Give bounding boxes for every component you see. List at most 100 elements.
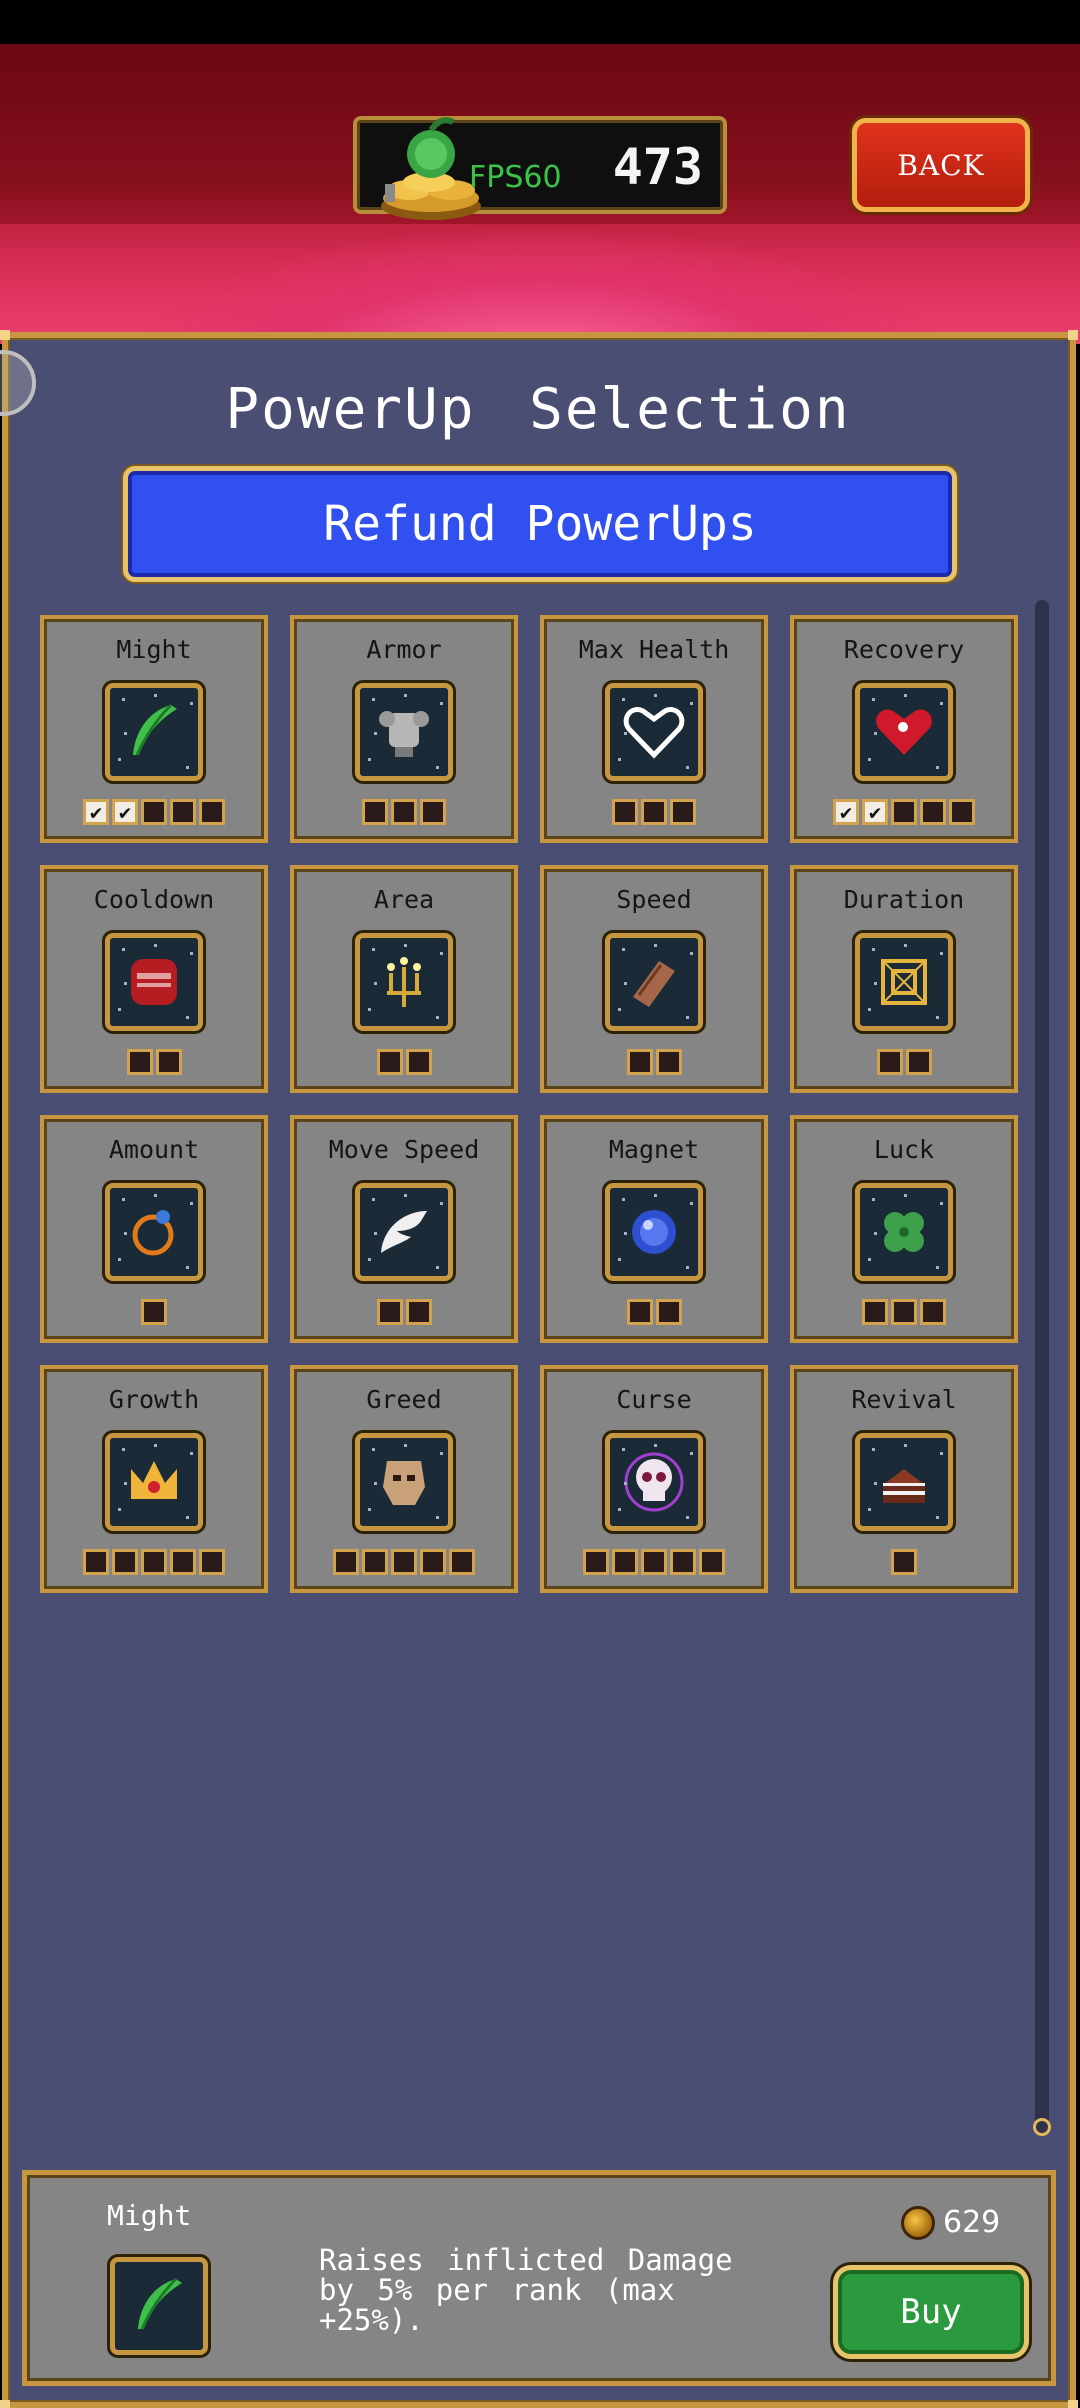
powerup-card-greed[interactable]: Greed: [290, 1365, 518, 1593]
rank-boxes: [44, 1049, 264, 1075]
selected-powerup-description: Raises inflicted Damage by 5% per rank (…: [319, 2243, 733, 2337]
powerup-label: Armor: [366, 635, 442, 664]
powerup-label: Luck: [873, 1135, 935, 1164]
powerup-card-area[interactable]: Area: [290, 865, 518, 1093]
rank-box-empty: [583, 1549, 609, 1575]
rank-boxes: [294, 1049, 514, 1075]
rank-boxes: ✔ ✔: [44, 799, 264, 825]
coin-icon: [901, 2205, 935, 2240]
coin-counter: FPS60 473: [353, 116, 727, 220]
rank-box-empty: [891, 1549, 917, 1575]
price-value: 629: [943, 2205, 1001, 2240]
rank-box-empty: [391, 1549, 417, 1575]
buy-button[interactable]: Buy: [833, 2265, 1029, 2359]
rank-box-empty: [405, 1299, 432, 1325]
rank-box-empty: [376, 1299, 403, 1325]
rank-boxes: [544, 1049, 764, 1075]
powerup-card-cooldown[interactable]: Cooldown: [40, 865, 268, 1093]
panel-corner: [1068, 330, 1078, 340]
rank-box-empty: [655, 1049, 682, 1075]
rank-box-checked: ✔: [833, 799, 859, 825]
heart-outline-icon: [605, 683, 703, 781]
powerup-label: Curse: [616, 1385, 692, 1414]
coin-count: 473: [612, 138, 703, 196]
rank-box-empty: [155, 1049, 182, 1075]
powerup-label: Might: [116, 635, 192, 664]
back-button[interactable]: BACK: [852, 118, 1030, 212]
rank-box-empty: [891, 1299, 917, 1325]
powerup-card-duration[interactable]: Duration: [790, 865, 1018, 1093]
rank-box-empty: [449, 1549, 475, 1575]
powerup-card-recovery[interactable]: Recovery ✔ ✔: [790, 615, 1018, 843]
powerup-label: Move Speed: [328, 1135, 480, 1164]
scrollbar-thumb[interactable]: [1033, 2118, 1051, 2136]
panel-title: PowerUp Selection: [225, 377, 851, 442]
powerup-card-might[interactable]: Might ✔ ✔: [40, 615, 268, 843]
rank-box-empty: [112, 1549, 138, 1575]
bracer-icon: [605, 933, 703, 1031]
rank-box-checked: ✔: [112, 799, 138, 825]
rank-boxes: [544, 799, 764, 825]
scrollbar[interactable]: [1035, 600, 1049, 2135]
powerup-label: Growth: [108, 1385, 200, 1414]
refund-powerups-button[interactable]: Refund PowerUps: [123, 466, 957, 582]
powerup-card-revival[interactable]: Revival: [790, 1365, 1018, 1593]
powerup-card-max-health[interactable]: Max Health: [540, 615, 768, 843]
wings-icon: [355, 1183, 453, 1281]
rank-box-empty: [376, 1049, 403, 1075]
fps-label: FPS60: [469, 160, 562, 195]
rank-boxes: [294, 1299, 514, 1325]
rank-box-empty: [199, 1549, 225, 1575]
rank-box-empty: [920, 1299, 946, 1325]
selected-powerup-name: Might: [107, 2199, 192, 2232]
powerup-card-amount[interactable]: Amount: [40, 1115, 268, 1343]
skull-icon: [605, 1433, 703, 1531]
panel-corner: [1068, 2400, 1078, 2408]
rank-box-checked: ✔: [83, 799, 109, 825]
rank-box-empty: [141, 1299, 167, 1325]
powerup-label: Area: [373, 885, 435, 914]
rank-boxes: [794, 1549, 1014, 1575]
powerup-label: Greed: [366, 1385, 442, 1414]
rank-box-empty: [362, 799, 388, 825]
rank-box-empty: [670, 799, 696, 825]
rank-boxes: [44, 1549, 264, 1575]
rank-box-empty: [862, 1299, 888, 1325]
rank-box-empty: [391, 799, 417, 825]
powerup-label: Max Health: [578, 635, 730, 664]
orb-icon: [605, 1183, 703, 1281]
rank-boxes: [294, 799, 514, 825]
rank-box-checked: ✔: [862, 799, 888, 825]
rank-boxes: [544, 1549, 764, 1575]
rank-box-empty: [612, 1549, 638, 1575]
rank-box-empty: [405, 1049, 432, 1075]
price: 629: [901, 2205, 1000, 2240]
rank-box-empty: [949, 799, 975, 825]
rank-box-empty: [420, 1549, 446, 1575]
rank-boxes: [294, 1549, 514, 1575]
rank-box-empty: [83, 1549, 109, 1575]
powerup-card-speed[interactable]: Speed: [540, 865, 768, 1093]
powerup-card-curse[interactable]: Curse: [540, 1365, 768, 1593]
candelabra-icon: [355, 933, 453, 1031]
powerup-card-move-speed[interactable]: Move Speed: [290, 1115, 518, 1343]
crown-icon: [105, 1433, 203, 1531]
feather-icon: [105, 683, 203, 781]
powerup-card-growth[interactable]: Growth: [40, 1365, 268, 1593]
powerup-label: Magnet: [608, 1135, 700, 1164]
powerup-card-luck[interactable]: Luck: [790, 1115, 1018, 1343]
rank-boxes: [44, 1299, 264, 1325]
powerup-label: Recovery: [843, 635, 965, 664]
rank-box-empty: [333, 1549, 359, 1575]
rank-box-empty: [420, 799, 446, 825]
powerup-label: Speed: [616, 885, 692, 914]
heart-icon: [855, 683, 953, 781]
rank-box-empty: [199, 799, 225, 825]
powerup-card-armor[interactable]: Armor: [290, 615, 518, 843]
rank-box-empty: [641, 1549, 667, 1575]
clover-icon: [855, 1183, 953, 1281]
powerup-label: Cooldown: [93, 885, 215, 914]
powerup-card-magnet[interactable]: Magnet: [540, 1115, 768, 1343]
tome-icon: [105, 933, 203, 1031]
rank-box-empty: [699, 1549, 725, 1575]
